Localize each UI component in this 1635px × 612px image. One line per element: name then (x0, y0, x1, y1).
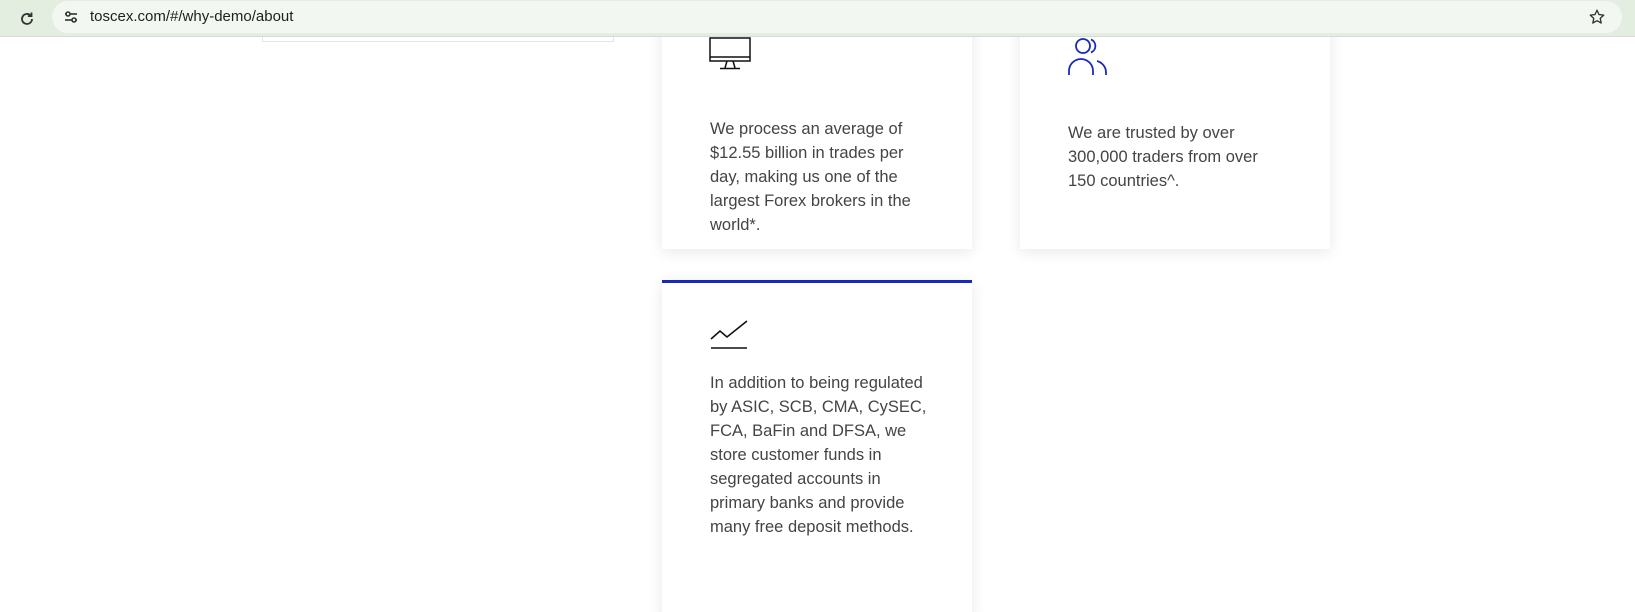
feature-card-traders: We are trusted by over 300,000 traders f… (1020, 37, 1330, 249)
reload-button[interactable] (14, 6, 40, 32)
reload-icon (21, 12, 33, 25)
feature-card-text: We are trusted by over 300,000 traders f… (1068, 124, 1258, 190)
star-icon (1589, 9, 1605, 24)
bookmark-button[interactable] (1586, 6, 1608, 28)
monitor-icon (709, 37, 751, 70)
site-info-button[interactable] (60, 6, 82, 28)
feature-card-volume: We process an average of $12.55 billion … (662, 37, 972, 249)
users-icon (1068, 38, 1107, 75)
feature-card-regulation: In addition to being regulated by ASIC, … (662, 280, 972, 612)
browser-toolbar: toscex.com/#/why-demo/about (0, 0, 1635, 37)
line-chart-icon (710, 320, 748, 349)
feature-card-text: We process an average of $12.55 billion … (710, 120, 911, 234)
url-text[interactable]: toscex.com/#/why-demo/about (90, 8, 293, 25)
feature-card-text: In addition to being regulated by ASIC, … (710, 374, 927, 536)
tune-icon (65, 11, 77, 23)
left-panel-edge (262, 37, 614, 42)
page-content: We process an average of $12.55 billion … (0, 37, 1635, 612)
address-bar[interactable]: toscex.com/#/why-demo/about (52, 1, 1622, 33)
